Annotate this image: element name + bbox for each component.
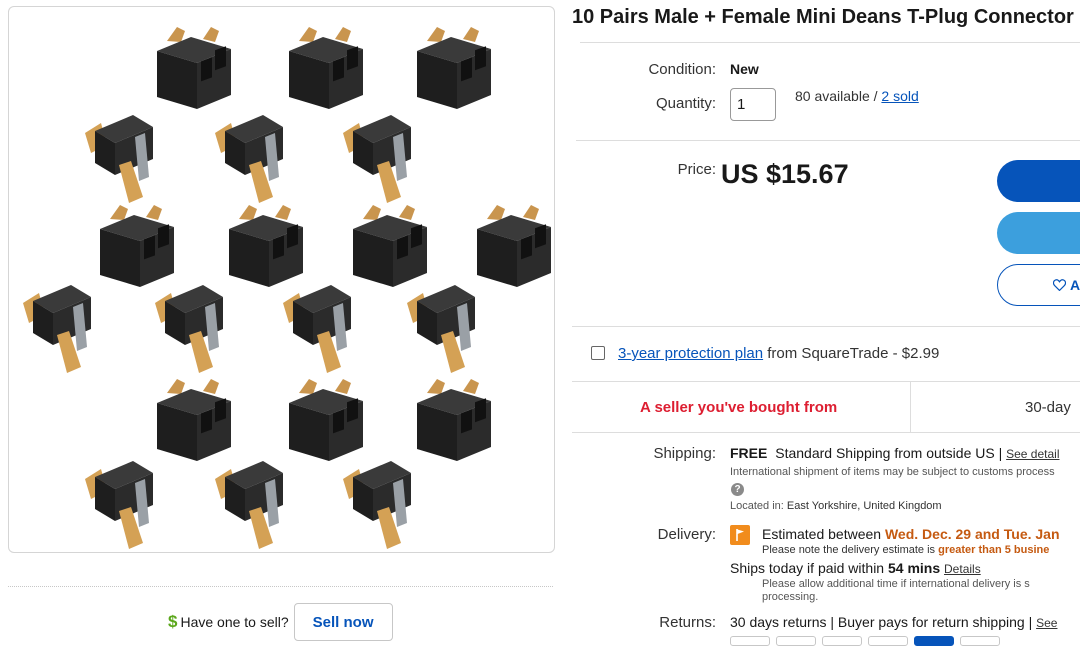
ships-details-link[interactable]: Details xyxy=(944,562,981,576)
returns-policy-text: 30 days returns | Buyer pays for return … xyxy=(730,614,1033,630)
availability-text: 80 available / 2 sold xyxy=(795,88,919,104)
shipping-label: Shipping: xyxy=(653,445,716,462)
flag-icon xyxy=(730,525,750,545)
male-connector xyxy=(283,285,351,373)
male-connector xyxy=(407,285,475,373)
title-divider xyxy=(580,42,1080,43)
ships-today-minutes: 54 mins xyxy=(887,560,941,576)
protection-plan-checkbox[interactable] xyxy=(591,346,605,360)
sell-now-button[interactable]: Sell now xyxy=(293,603,393,641)
male-connector xyxy=(215,115,283,203)
protection-plan-link[interactable]: 3-year protection plan xyxy=(618,345,763,362)
buy-it-now-button[interactable] xyxy=(997,160,1080,202)
female-connector xyxy=(417,379,491,461)
delivery-note: Please note the delivery estimate is gre… xyxy=(762,544,1049,556)
returns-badge: 30-day xyxy=(1025,399,1071,416)
payment-card-icon xyxy=(868,636,908,646)
located-value: East Yorkshire, United Kingdom xyxy=(786,500,942,512)
quantity-divider xyxy=(576,140,1080,141)
payment-card-icon xyxy=(776,636,816,646)
seller-badge: A seller you've bought from xyxy=(640,399,838,416)
male-connector xyxy=(343,461,411,549)
returns-label: Returns: xyxy=(659,614,716,631)
badges-divider xyxy=(572,432,1080,433)
condition-value: New xyxy=(730,61,759,77)
payment-card-icon xyxy=(730,636,770,646)
payment-card-icon xyxy=(960,636,1000,646)
female-connector xyxy=(353,205,427,287)
heart-icon xyxy=(1053,279,1066,291)
delivery-note-emphasis: greater than 5 busine xyxy=(938,544,1050,556)
delivery-dates: Wed. Dec. 29 and Tue. Jan xyxy=(884,526,1060,542)
female-connector xyxy=(289,379,363,461)
female-connector xyxy=(477,205,551,287)
female-connector xyxy=(157,379,231,461)
located-label: Located in: xyxy=(730,500,784,512)
shipping-free: FREE xyxy=(730,445,768,461)
sold-count-link[interactable]: 2 sold xyxy=(881,88,918,104)
protection-plan-row: 3-year protection plan from SquareTrade … xyxy=(618,345,939,362)
quantity-label: Quantity: xyxy=(655,95,716,112)
male-connector xyxy=(85,115,153,203)
female-connector xyxy=(229,205,303,287)
shipping-line: FREE Standard Shipping from outside US |… xyxy=(730,445,1060,461)
ships-today-prefix: Ships today if paid within xyxy=(730,560,885,576)
protection-plan-text: from SquareTrade - $2.99 xyxy=(767,345,940,362)
shipping-details-link[interactable]: See detail xyxy=(1006,447,1059,461)
protection-divider-top xyxy=(572,326,1080,327)
male-connector xyxy=(343,115,411,203)
shipping-method: Standard Shipping from outside US | xyxy=(775,445,1003,461)
info-icon[interactable]: ? xyxy=(731,483,744,496)
female-connector xyxy=(157,27,231,109)
sell-prompt-text: Have one to sell? xyxy=(180,614,289,630)
male-connector xyxy=(23,285,91,373)
female-connector xyxy=(417,27,491,109)
delivery-label: Delivery: xyxy=(657,526,716,543)
add-to-cart-button[interactable] xyxy=(997,212,1080,254)
female-connector xyxy=(100,205,174,287)
male-connector xyxy=(155,285,223,373)
watchlist-button[interactable]: A xyxy=(997,264,1080,306)
payment-card-icon xyxy=(914,636,954,646)
ships-today: Ships today if paid within 54 mins Detai… xyxy=(730,560,981,576)
connector-grid-image xyxy=(23,27,551,549)
sell-divider xyxy=(8,586,553,587)
quantity-input[interactable] xyxy=(730,88,776,121)
male-connector xyxy=(85,461,153,549)
price-value: US $15.67 xyxy=(721,159,849,189)
available-count: 80 available / xyxy=(795,88,878,104)
international-delivery-note: Please allow additional time if internat… xyxy=(762,578,1030,603)
item-location: Located in: East Yorkshire, United Kingd… xyxy=(730,500,942,512)
price-label: Price: xyxy=(677,161,716,178)
delivery-estimate: Estimated between Wed. Dec. 29 and Tue. … xyxy=(762,526,1060,542)
returns-policy: 30 days returns | Buyer pays for return … xyxy=(730,614,1057,630)
watchlist-label: A xyxy=(1070,277,1080,293)
product-image[interactable] xyxy=(8,6,555,553)
female-connector xyxy=(289,27,363,109)
returns-see-link[interactable]: See xyxy=(1036,616,1057,630)
dollar-icon: $ xyxy=(168,612,178,631)
condition-label: Condition: xyxy=(648,61,716,78)
customs-note: International shipment of items may be s… xyxy=(730,466,1055,478)
male-connector xyxy=(215,461,283,549)
delivery-note-prefix: Please note the delivery estimate is xyxy=(762,544,936,556)
payment-card-icon xyxy=(822,636,862,646)
sell-prompt-row: $ Have one to sell? Sell now xyxy=(168,603,393,641)
item-title: 10 Pairs Male + Female Mini Deans T-Plug… xyxy=(572,6,1074,28)
delivery-estimate-prefix: Estimated between xyxy=(762,526,882,542)
